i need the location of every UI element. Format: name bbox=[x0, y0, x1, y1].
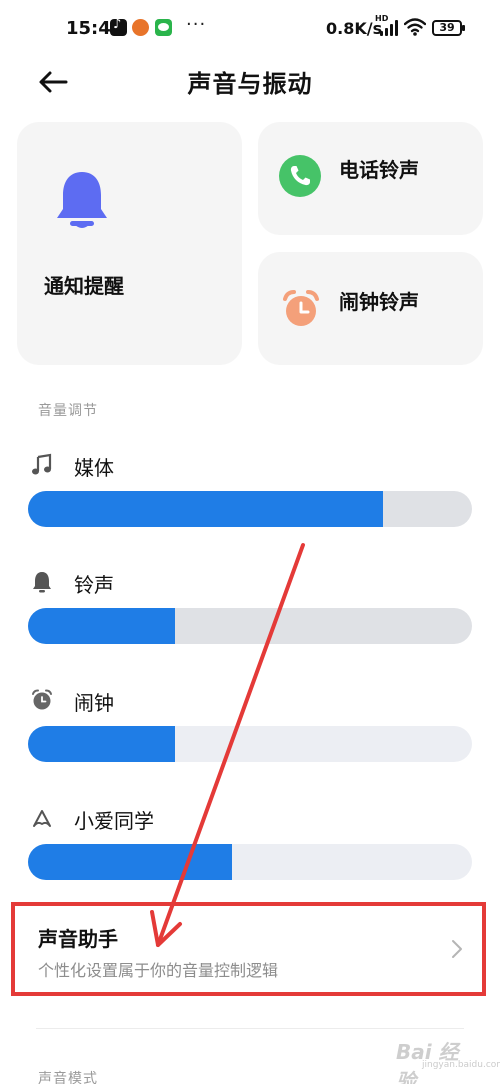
ringtone-volume-fill bbox=[28, 608, 175, 644]
alarm-volume-label: 闹钟 bbox=[74, 691, 114, 715]
alarm-volume-slider[interactable] bbox=[28, 726, 472, 762]
bell-icon bbox=[57, 172, 107, 228]
music-note-icon bbox=[32, 453, 52, 475]
sound-and-vibration-page: 15:41 ··· 0.8K/s HD 39 声音与振动 通知提醒 bbox=[0, 0, 500, 1084]
alarm-clock-icon bbox=[283, 290, 319, 326]
alarm-clock-small-icon bbox=[32, 689, 52, 710]
page-title: 声音与振动 bbox=[187, 70, 313, 98]
wifi-icon bbox=[404, 18, 426, 36]
pumpkin-app-icon bbox=[132, 19, 149, 36]
status-bar: 15:41 ··· 0.8K/s HD 39 bbox=[0, 0, 500, 56]
media-volume-label: 媒体 bbox=[74, 456, 114, 480]
more-notifications-indicator: ··· bbox=[186, 14, 207, 35]
xiaoai-volume-label: 小爱同学 bbox=[74, 809, 154, 833]
phone-icon bbox=[279, 155, 321, 197]
battery-level: 39 bbox=[439, 21, 455, 34]
watermark-sub: jingyan.baidu.com bbox=[422, 1060, 500, 1070]
xiaoai-volume-fill bbox=[28, 844, 233, 880]
media-volume-fill bbox=[28, 491, 384, 527]
sound-assistant-row[interactable]: 声音助手 个性化设置属于你的音量控制逻辑 bbox=[16, 905, 482, 995]
ringtone-volume-slider[interactable] bbox=[28, 608, 472, 644]
battery-icon: 39 bbox=[432, 20, 465, 36]
notification-card[interactable] bbox=[17, 122, 242, 365]
volume-section-label: 音量调节 bbox=[38, 403, 98, 419]
xiaoai-icon bbox=[33, 810, 51, 827]
baidu-watermark: Bai 经验 jingyan.baidu.com bbox=[388, 1032, 500, 1084]
ringtone-label: 电话铃声 bbox=[339, 158, 419, 182]
chevron-right-icon bbox=[452, 940, 462, 958]
alarm-ringtone-label: 闹钟铃声 bbox=[339, 290, 419, 314]
sound-mode-section-label: 声音模式 bbox=[38, 1071, 98, 1084]
ringtone-volume-label: 铃声 bbox=[74, 573, 114, 597]
network-speed: 0.8K/s bbox=[326, 19, 383, 38]
signal-icon bbox=[378, 19, 400, 36]
sound-assistant-title: 声音助手 bbox=[38, 927, 118, 951]
media-volume-slider[interactable] bbox=[28, 491, 472, 527]
xiaoai-volume-slider[interactable] bbox=[28, 844, 472, 880]
alarm-volume-fill bbox=[28, 726, 175, 762]
notification-label: 通知提醒 bbox=[44, 274, 124, 298]
tiktok-icon bbox=[110, 17, 127, 36]
wechat-icon bbox=[155, 19, 172, 36]
divider bbox=[36, 1028, 464, 1029]
bell-small-icon bbox=[33, 572, 51, 593]
sound-assistant-description: 个性化设置属于你的音量控制逻辑 bbox=[38, 961, 279, 980]
